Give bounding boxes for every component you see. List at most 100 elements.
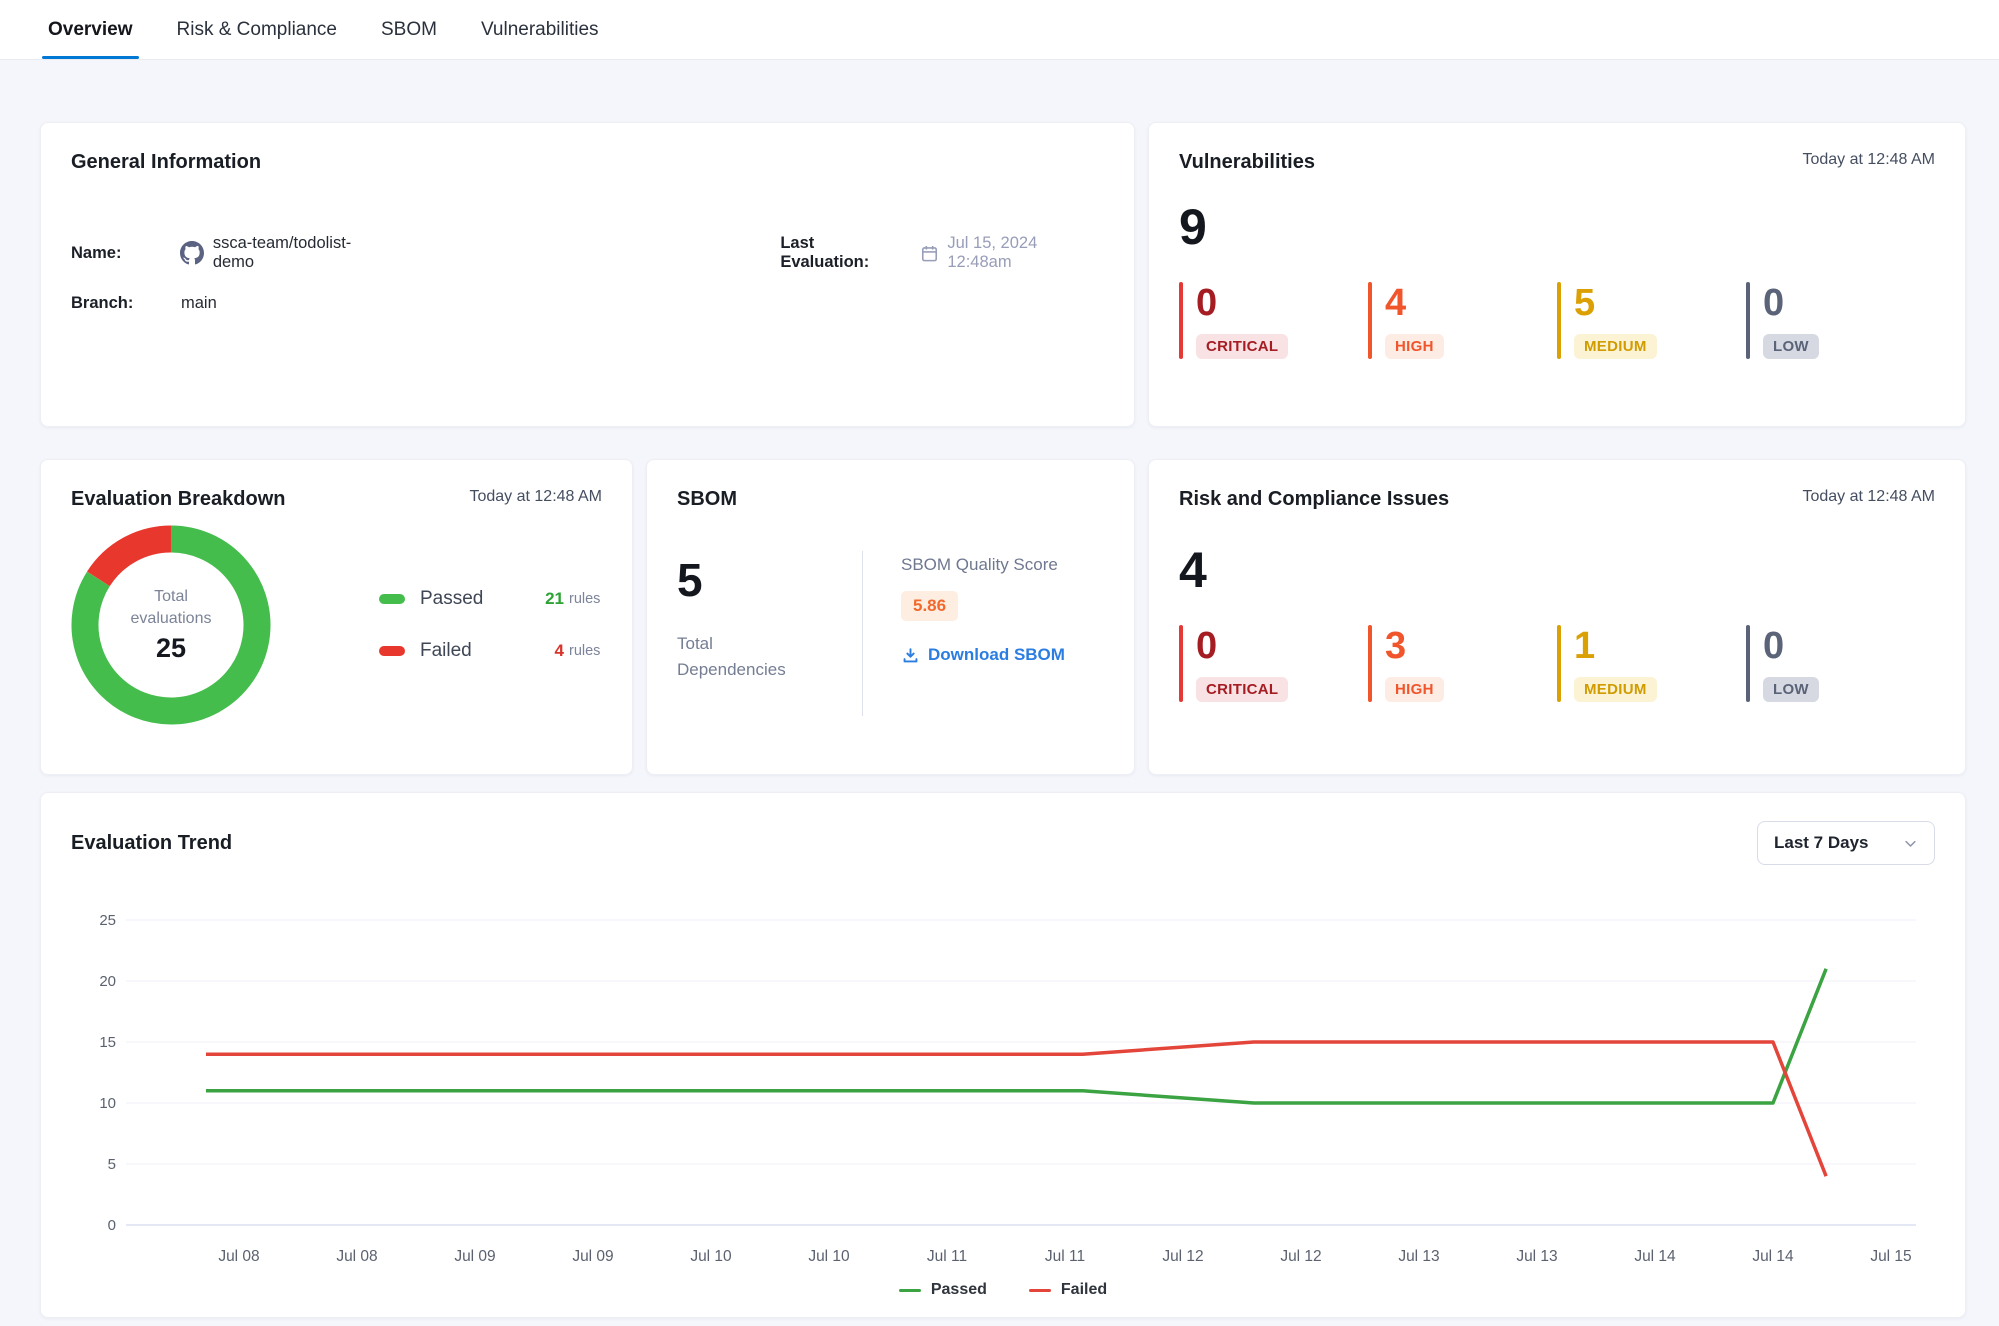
severity-count: 5 [1574, 284, 1657, 324]
last-evaluation-label: Last Evaluation: [780, 234, 906, 272]
risk-compliance-card: Risk and Compliance Issues Today at 12:4… [1148, 459, 1966, 775]
top-row: General Information Name: ssca-team/todo… [40, 122, 1966, 427]
total-dependencies-label-2: Dependencies [677, 657, 862, 683]
failed-label: Failed [420, 640, 524, 662]
severity-badge: HIGH [1385, 677, 1444, 702]
svg-text:Jul 12: Jul 12 [1162, 1248, 1203, 1265]
svg-text:25: 25 [99, 912, 116, 929]
svg-text:10: 10 [99, 1095, 116, 1112]
dashboard: General Information Name: ssca-team/todo… [0, 60, 1999, 1318]
trend-line-chart: 0510152025Jul 08Jul 08Jul 09Jul 09Jul 10… [71, 887, 1937, 1279]
donut-center-label-1: Total [154, 586, 188, 608]
sbom-title: SBOM [677, 488, 737, 511]
tab-risk-compliance-label: Risk & Compliance [177, 19, 338, 41]
evaluation-breakdown-timestamp: Today at 12:48 AM [469, 488, 602, 506]
branch-label: Branch: [71, 294, 181, 313]
tab-sbom[interactable]: SBOM [381, 0, 437, 59]
svg-text:Jul 13: Jul 13 [1516, 1248, 1557, 1265]
name-row: Name: ssca-team/todolist-demo Last Evalu… [71, 234, 1104, 272]
svg-text:Jul 15: Jul 15 [1870, 1248, 1911, 1265]
passed-swatch [379, 594, 405, 604]
severity-count: 4 [1385, 284, 1444, 324]
severity-count: 3 [1385, 627, 1444, 667]
severity-count: 0 [1196, 627, 1288, 667]
branch-row: Branch: main [71, 294, 1104, 313]
evaluation-breakdown-card: Evaluation Breakdown Today at 12:48 AM T… [40, 459, 633, 775]
evaluation-trend-card: Evaluation Trend Last 7 Days 0 5 10 15 20 25 J… [40, 792, 1966, 1318]
date-range-value: Last 7 Days [1774, 833, 1869, 853]
svg-text:20: 20 [99, 973, 116, 990]
sbom-quality-score-badge: 5.86 [901, 591, 958, 621]
last-evaluation-value: Jul 15, 2024 12:48am [947, 234, 1104, 272]
breakdown-legend-failed: Failed 4 rules [379, 640, 600, 662]
svg-text:5: 5 [108, 1156, 116, 1173]
tab-vulnerabilities-label: Vulnerabilities [481, 19, 599, 41]
severity-item: 4 HIGH [1368, 282, 1557, 359]
severity-item: 5 MEDIUM [1557, 282, 1746, 359]
general-information-card: General Information Name: ssca-team/todo… [40, 122, 1135, 427]
total-dependencies-label-1: Total [677, 631, 862, 657]
donut-center-value: 25 [156, 633, 186, 664]
tab-overview[interactable]: Overview [48, 0, 133, 59]
chevron-down-icon [1903, 836, 1918, 851]
severity-item: 0 LOW [1746, 282, 1935, 359]
severity-badge: LOW [1763, 677, 1819, 702]
download-sbom-link[interactable]: Download SBOM [901, 645, 1065, 665]
severity-item: 0 CRITICAL [1179, 282, 1368, 359]
evaluations-donut-chart: Total evaluations 25 [71, 525, 271, 725]
failed-line-swatch [1029, 1289, 1051, 1292]
failed-unit: rules [569, 643, 600, 659]
svg-text:Jul 09: Jul 09 [572, 1248, 613, 1265]
sbom-quality-score-label: SBOM Quality Score [901, 555, 1065, 575]
download-icon [901, 646, 920, 665]
vulnerabilities-severity-list: 0 CRITICAL 4 HIGH [1179, 282, 1935, 359]
svg-text:Jul 10: Jul 10 [690, 1248, 732, 1265]
github-icon [180, 241, 204, 265]
severity-count: 1 [1574, 627, 1657, 667]
svg-text:Jul 08: Jul 08 [218, 1248, 259, 1265]
tab-vulnerabilities[interactable]: Vulnerabilities [481, 0, 599, 59]
evaluation-breakdown-title: Evaluation Breakdown [71, 488, 286, 511]
svg-text:Jul 09: Jul 09 [454, 1248, 495, 1265]
sbom-card: SBOM 5 Total Dependencies SBOM Quality S… [646, 459, 1135, 775]
svg-text:Jul 12: Jul 12 [1280, 1248, 1321, 1265]
severity-badge: HIGH [1385, 334, 1444, 359]
evaluation-trend-title: Evaluation Trend [71, 832, 232, 855]
repo-name-value: ssca-team/todolist-demo [213, 234, 390, 272]
date-range-dropdown[interactable]: Last 7 Days [1757, 821, 1935, 865]
severity-item: 0 LOW [1746, 625, 1935, 702]
passed-line-swatch [899, 1289, 921, 1292]
passed-unit: rules [569, 591, 600, 607]
breakdown-legend: Passed 21 rules Failed 4 rules [379, 588, 600, 662]
total-dependencies-count: 5 [677, 557, 862, 603]
svg-text:Jul 13: Jul 13 [1398, 1248, 1439, 1265]
severity-count: 0 [1196, 284, 1288, 324]
svg-text:Jul 10: Jul 10 [808, 1248, 850, 1265]
severity-count: 0 [1763, 284, 1819, 324]
svg-text:0: 0 [108, 1217, 116, 1234]
name-label: Name: [71, 244, 180, 263]
tab-risk-compliance[interactable]: Risk & Compliance [177, 0, 338, 59]
donut-center-label-2: evaluations [131, 608, 212, 630]
vulnerabilities-timestamp: Today at 12:48 AM [1802, 151, 1935, 169]
download-sbom-label: Download SBOM [928, 645, 1065, 665]
vulnerabilities-card: Vulnerabilities Today at 12:48 AM 9 0 CR… [1148, 122, 1966, 427]
tab-sbom-label: SBOM [381, 19, 437, 41]
passed-label: Passed [420, 588, 524, 610]
trend-legend-failed: Failed [1029, 1281, 1107, 1299]
severity-badge: LOW [1763, 334, 1819, 359]
vulnerabilities-total: 9 [1179, 202, 1935, 252]
severity-badge: MEDIUM [1574, 334, 1657, 359]
passed-count: 21 [524, 589, 564, 609]
failed-line-label: Failed [1061, 1281, 1107, 1299]
tab-overview-label: Overview [48, 19, 133, 41]
tab-bar: Overview Risk & Compliance SBOM Vulnerab… [0, 0, 1999, 60]
svg-text:15: 15 [99, 1034, 116, 1051]
severity-item: 0 CRITICAL [1179, 625, 1368, 702]
branch-value: main [181, 294, 217, 313]
severity-count: 0 [1763, 627, 1819, 667]
risk-compliance-title: Risk and Compliance Issues [1179, 488, 1449, 511]
trend-legend-passed: Passed [899, 1281, 987, 1299]
svg-text:Jul 11: Jul 11 [927, 1248, 967, 1265]
middle-row: Evaluation Breakdown Today at 12:48 AM T… [40, 459, 1966, 775]
